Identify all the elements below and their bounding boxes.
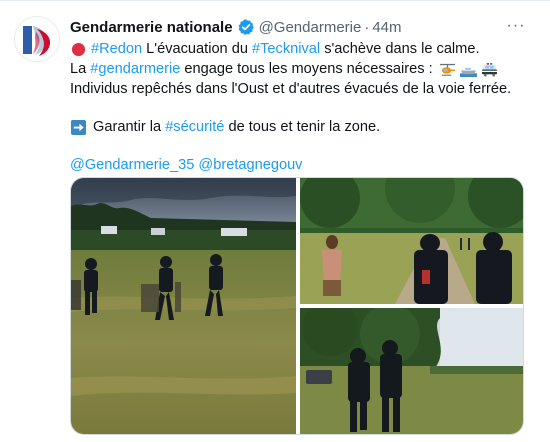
tweet-line-1-after: s'achève dans le calme.	[320, 41, 480, 57]
tweet-line-2-after: engage tous les moyens nécessaires :	[180, 61, 433, 77]
hashtag-tecknival[interactable]: #Tecknival	[252, 39, 320, 59]
red-circle-emoji	[71, 42, 86, 56]
tweet-header: Gendarmerie nationale @Gendarmerie · 44m	[70, 17, 402, 37]
verified-badge-icon	[238, 19, 254, 35]
tweet-line-4-before: Garantir la	[93, 119, 166, 135]
hashtag-gendarmerie[interactable]: #gendarmerie	[90, 59, 180, 79]
helicopter-emoji	[439, 63, 455, 76]
more-options-icon[interactable]: ···	[504, 16, 528, 36]
riot-police-field-photo[interactable]	[71, 178, 296, 434]
hashtag-redon[interactable]: #Redon	[91, 39, 142, 59]
boat-emoji	[459, 67, 477, 77]
police-car-emoji	[481, 62, 497, 77]
tweet-time[interactable]: 44m	[372, 19, 401, 36]
gendarmes-field-edge-photo[interactable]	[300, 308, 523, 434]
media-grid	[70, 177, 524, 435]
top-divider	[0, 0, 550, 1]
tweet-line-2-before: La	[70, 61, 91, 77]
mention-gendarmerie-35[interactable]: @Gendarmerie_35	[70, 155, 194, 175]
tweet-line-4: Garantir la #sécurité de tous et tenir l…	[70, 117, 530, 137]
mention-bretagnegouv[interactable]: @bretagnegouv	[198, 155, 302, 175]
tweet-line-4-after: de tous et tenir la zone.	[224, 119, 381, 135]
tweet-line-1: #Redon L'évacuation du #Tecknival s'achè…	[70, 39, 530, 59]
tweet-line-3-text: Individus repêchés dans l'Oust et d'autr…	[70, 81, 512, 97]
tweet-line-3: Individus repêchés dans l'Oust et d'autr…	[70, 79, 530, 99]
author-avatar[interactable]	[14, 16, 60, 62]
mentions-line: @Gendarmerie_35 @bretagnegouv	[70, 155, 530, 175]
separator-dot: ·	[364, 18, 370, 36]
tweet-line-1-mid: L'évacuation du	[142, 41, 253, 57]
gendarmerie-logo	[15, 17, 59, 61]
tweet-line-2: La #gendarmerie engage tous les moyens n…	[70, 59, 530, 79]
author-handle[interactable]: @Gendarmerie	[259, 19, 362, 36]
tweet-text: #Redon L'évacuation du #Tecknival s'achè…	[70, 39, 530, 175]
author-name[interactable]: Gendarmerie nationale	[70, 19, 233, 36]
tweet[interactable]: Gendarmerie nationale @Gendarmerie · 44m…	[0, 0, 550, 442]
right-arrow-emoji	[71, 119, 86, 135]
riot-police-path-photo[interactable]	[300, 178, 523, 304]
hashtag-securite[interactable]: #sécurité	[165, 117, 224, 137]
